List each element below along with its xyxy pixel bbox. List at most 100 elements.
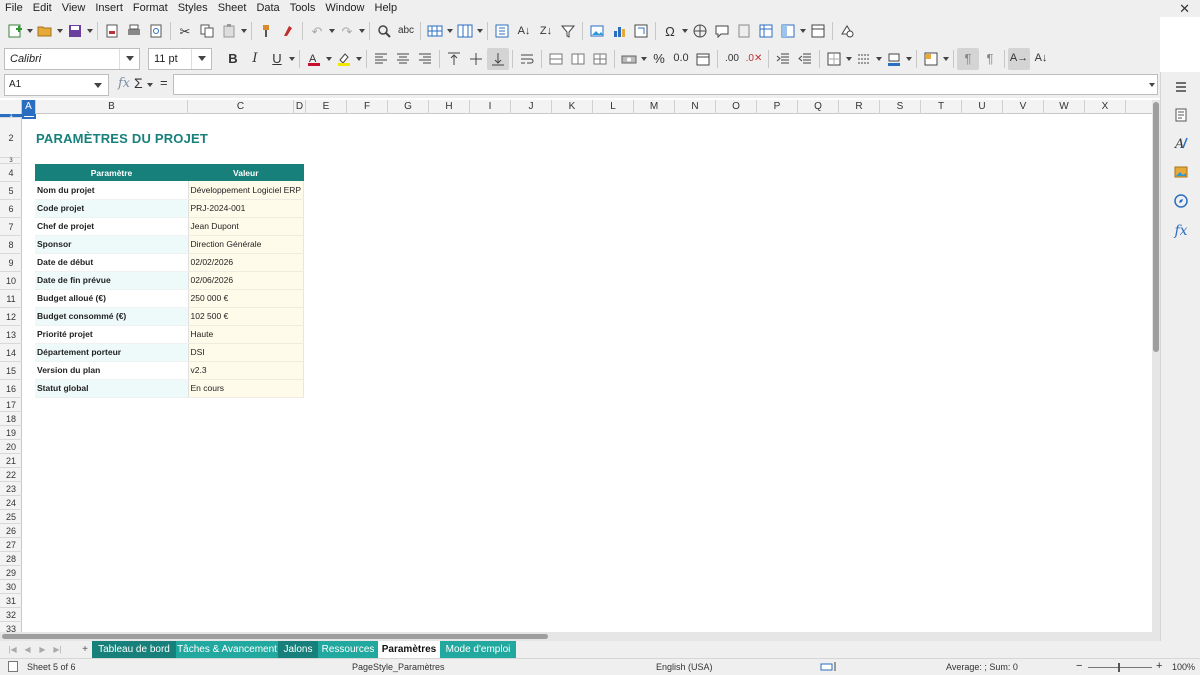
- parameter-name-cell[interactable]: Date de début: [35, 253, 189, 272]
- column-icon[interactable]: [454, 20, 476, 42]
- special-character-dropdown[interactable]: [681, 20, 689, 42]
- borders-dropdown[interactable]: [845, 48, 853, 70]
- paste-icon[interactable]: [218, 20, 240, 42]
- insert-chart-icon[interactable]: [608, 20, 630, 42]
- print-preview-icon[interactable]: [145, 20, 167, 42]
- clone-formatting-icon[interactable]: [255, 20, 277, 42]
- redo-dropdown[interactable]: [358, 20, 366, 42]
- border-color-dropdown[interactable]: [905, 48, 913, 70]
- zoom-in-icon[interactable]: +: [1156, 660, 1162, 672]
- next-sheet-icon[interactable]: ▶: [35, 643, 50, 656]
- column-header-g[interactable]: G: [388, 100, 429, 114]
- italic-icon[interactable]: I: [244, 48, 266, 70]
- column-header-r[interactable]: R: [839, 100, 880, 114]
- conditional-format-dropdown[interactable]: [942, 48, 950, 70]
- sort-ascending-icon[interactable]: A↓: [513, 20, 535, 42]
- gallery-icon[interactable]: [1170, 161, 1192, 183]
- column-header-j[interactable]: J: [511, 100, 552, 114]
- row-header-18[interactable]: 18: [0, 412, 22, 426]
- copy-icon[interactable]: [196, 20, 218, 42]
- font-color-dropdown[interactable]: [325, 48, 333, 70]
- open-icon[interactable]: [34, 20, 56, 42]
- row-header-13[interactable]: 13: [0, 326, 22, 344]
- freeze-dropdown[interactable]: [799, 20, 807, 42]
- special-character-icon[interactable]: Ω: [659, 20, 681, 42]
- column-header-c[interactable]: C: [188, 100, 294, 114]
- row-header-4[interactable]: 4: [0, 164, 22, 182]
- font-color-icon[interactable]: A: [303, 48, 325, 70]
- column-header-v[interactable]: V: [1003, 100, 1044, 114]
- highlight-color-icon[interactable]: [333, 48, 355, 70]
- row-header-23[interactable]: 23: [0, 482, 22, 496]
- split-window-icon[interactable]: [807, 20, 829, 42]
- row-header-22[interactable]: 22: [0, 468, 22, 482]
- column-header-l[interactable]: L: [593, 100, 634, 114]
- expand-formula-bar-icon[interactable]: [1148, 74, 1156, 96]
- align-right-icon[interactable]: [414, 48, 436, 70]
- comment-icon[interactable]: [711, 20, 733, 42]
- parameter-name-cell[interactable]: Chef de projet: [35, 217, 189, 236]
- column-header-d[interactable]: D: [294, 100, 306, 114]
- export-pdf-icon[interactable]: [101, 20, 123, 42]
- align-center-icon[interactable]: [392, 48, 414, 70]
- menu-data[interactable]: Data: [251, 0, 284, 17]
- autofilter-icon[interactable]: [557, 20, 579, 42]
- functions-icon[interactable]: fx: [1170, 220, 1192, 242]
- parameter-name-cell[interactable]: Budget consommé (€): [35, 307, 189, 326]
- undo-icon[interactable]: ↶: [306, 20, 328, 42]
- row-header-5[interactable]: 5: [0, 182, 22, 200]
- border-color-icon[interactable]: [883, 48, 905, 70]
- parameter-value-cell[interactable]: DSI: [188, 343, 305, 362]
- redo-icon[interactable]: ↷: [336, 20, 358, 42]
- sheet-tab[interactable]: Tâches & Avancement: [176, 641, 278, 658]
- borders-icon[interactable]: [823, 48, 845, 70]
- sheet-tab[interactable]: Tableau de bord: [92, 641, 176, 658]
- vertical-scrollbar[interactable]: [1152, 100, 1160, 632]
- menu-edit[interactable]: Edit: [28, 0, 57, 17]
- sheet-title[interactable]: PARAMÈTRES DU PROJET: [36, 131, 208, 146]
- menu-help[interactable]: Help: [370, 0, 403, 17]
- horizontal-scrollbar[interactable]: [0, 632, 1160, 641]
- close-document-icon[interactable]: ✕: [1179, 0, 1190, 17]
- text-direction-lr-icon[interactable]: A→: [1008, 47, 1030, 70]
- row-header-7[interactable]: 7: [0, 218, 22, 236]
- zoom-slider-knob[interactable]: [1118, 663, 1120, 672]
- show-draw-functions-icon[interactable]: [836, 20, 858, 42]
- column-header-s[interactable]: S: [880, 100, 921, 114]
- parameter-name-cell[interactable]: Département porteur: [35, 343, 189, 362]
- menu-styles[interactable]: Styles: [173, 0, 213, 17]
- row-dropdown[interactable]: [446, 20, 454, 42]
- parameter-value-cell[interactable]: Haute: [188, 325, 305, 344]
- pivot-table-icon[interactable]: [630, 20, 652, 42]
- zoom-slider[interactable]: [1088, 667, 1152, 668]
- language[interactable]: English (USA): [656, 662, 713, 672]
- parameter-value-cell[interactable]: 250 000 €: [188, 289, 305, 308]
- underline-dropdown[interactable]: [288, 48, 296, 70]
- decrease-indent-icon[interactable]: [794, 48, 816, 70]
- parameter-value-cell[interactable]: 02/02/2026: [188, 253, 305, 272]
- header-valeur[interactable]: Valeur: [188, 164, 304, 181]
- wrap-text-icon[interactable]: [516, 48, 538, 70]
- row-header-27[interactable]: 27: [0, 538, 22, 552]
- page-style[interactable]: PageStyle_Paramètres: [352, 662, 445, 672]
- sheet-tab[interactable]: Jalons: [278, 641, 318, 658]
- parameter-name-cell[interactable]: Nom du projet: [35, 181, 189, 200]
- parameter-name-cell[interactable]: Date de fin prévue: [35, 271, 189, 290]
- font-name-box[interactable]: Calibri: [4, 47, 140, 70]
- merge-center-icon[interactable]: [545, 48, 567, 70]
- merge-cells-icon[interactable]: [567, 48, 589, 70]
- row-header-33[interactable]: 33: [0, 622, 22, 633]
- parameter-name-cell[interactable]: Budget alloué (€): [35, 289, 189, 308]
- parameter-value-cell[interactable]: PRJ-2024-001: [188, 199, 305, 218]
- clear-formatting-icon[interactable]: [277, 20, 299, 42]
- parameter-value-cell[interactable]: 102 500 €: [188, 307, 305, 326]
- row-header-28[interactable]: 28: [0, 552, 22, 566]
- date-format-icon[interactable]: [692, 48, 714, 70]
- align-left-icon[interactable]: [370, 48, 392, 70]
- sheet-tab[interactable]: Paramètres: [378, 641, 440, 658]
- row-header-6[interactable]: 6: [0, 200, 22, 218]
- menu-format[interactable]: Format: [128, 0, 173, 17]
- text-direction-tb-icon[interactable]: A↓: [1030, 48, 1052, 70]
- sum-dropdown[interactable]: [146, 74, 154, 96]
- percent-format-icon[interactable]: %: [648, 48, 670, 70]
